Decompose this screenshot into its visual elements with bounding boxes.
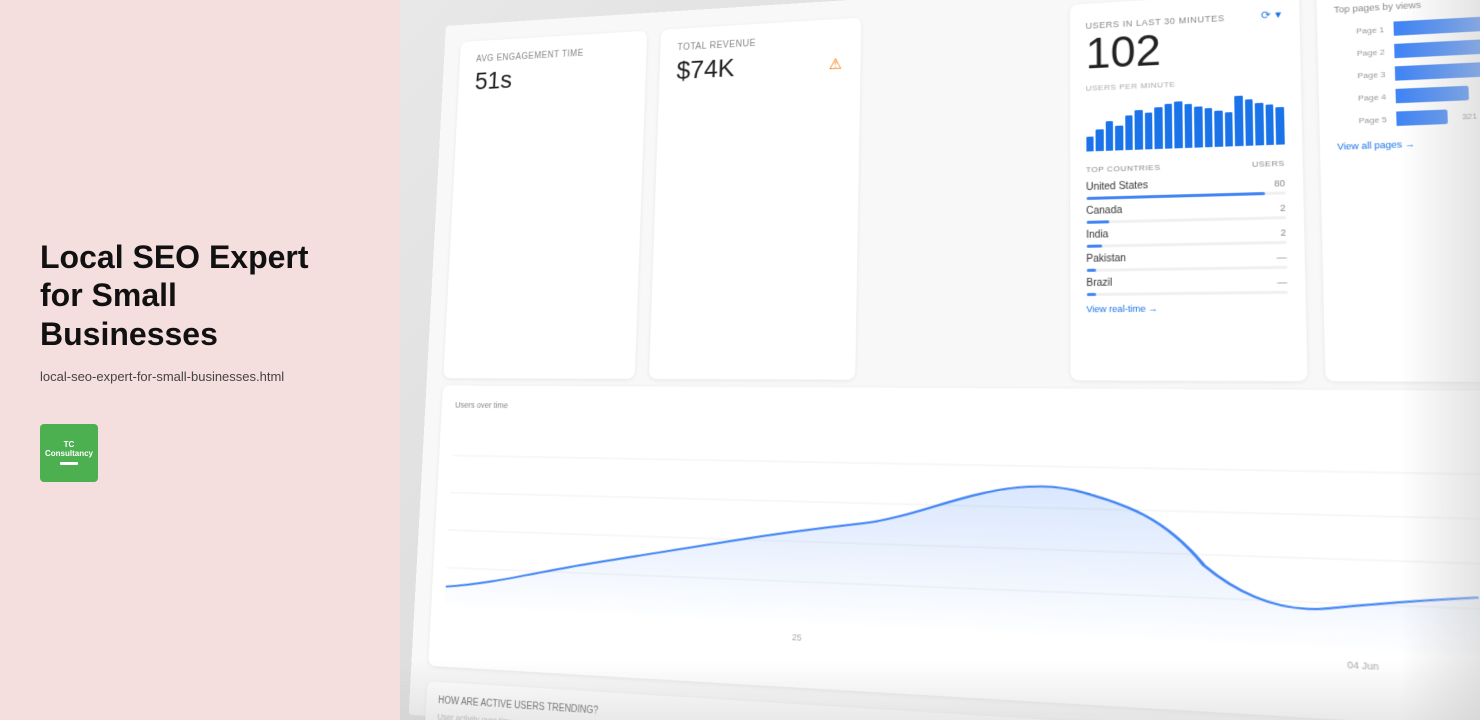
hbar-label-1: Page 2	[1335, 47, 1385, 59]
bar-19	[1265, 104, 1274, 145]
revenue-card: Total revenue $74K ⚠	[648, 18, 861, 380]
bar-12	[1194, 106, 1202, 147]
hbar-row: Page 5 321	[1336, 105, 1480, 128]
revenue-value: $74K	[676, 47, 842, 85]
hbar-row: Page 1 1,234	[1334, 13, 1480, 39]
users-col-label: USERS	[1252, 159, 1285, 169]
country-bar-fill-4	[1086, 293, 1096, 296]
left-panel: Local SEO Expert for Small Businesses lo…	[0, 0, 400, 720]
hbar-fill-3	[1395, 86, 1469, 104]
hbar-row: Page 2 987	[1335, 36, 1480, 61]
bar-20	[1275, 106, 1284, 144]
country-bar-fill-1	[1086, 220, 1109, 224]
realtime-sub: USERS PER MINUTE	[1086, 75, 1283, 93]
bar-7	[1144, 112, 1152, 149]
engagement-card: Avg engagement time 51s	[443, 31, 647, 379]
logo-text: TC Consultancy	[40, 441, 98, 459]
hbar-fill-1	[1394, 38, 1480, 58]
page-title: Local SEO Expert for Small Businesses	[40, 238, 360, 353]
hbar-fill-4	[1396, 109, 1449, 126]
bar-8	[1154, 107, 1162, 149]
hbar-label-0: Page 1	[1334, 25, 1384, 37]
hbar-fill-0	[1393, 15, 1480, 35]
line-chart-card: Users over time	[428, 385, 1480, 720]
page-url: local-seo-expert-for-small-businesses.ht…	[40, 369, 360, 384]
country-users-2: 2	[1280, 227, 1286, 237]
hbar-rows: Page 1 1,234 Page 2 987 Page 3 756 Page …	[1334, 13, 1480, 128]
bar-5	[1125, 115, 1133, 150]
country-name-1: Canada	[1086, 205, 1122, 217]
bar-4	[1115, 126, 1123, 151]
logo: TC Consultancy	[40, 424, 98, 482]
bar-11	[1184, 104, 1192, 148]
x-label-jun: 04 Jun	[1347, 659, 1379, 672]
analytics-panel: Avg engagement time 51s Total revenue $7…	[400, 0, 1480, 720]
bar-18	[1255, 102, 1264, 145]
country-row: Canada 2	[1086, 201, 1286, 224]
x-label-25: 25	[792, 632, 802, 643]
bar-13	[1204, 108, 1213, 147]
dashboard-top-row: Avg engagement time 51s Total revenue $7…	[443, 0, 1480, 382]
logo-icon	[60, 462, 78, 465]
top-countries-header: TOP COUNTRIES USERS	[1086, 159, 1285, 175]
bar-15	[1224, 112, 1233, 146]
country-name-3: Pakistan	[1086, 253, 1126, 265]
hbar-title: Top pages by views	[1334, 0, 1480, 15]
hbar-label-3: Page 4	[1336, 92, 1386, 103]
realtime-count: 102	[1086, 23, 1283, 77]
country-row: Pakistan —	[1086, 250, 1287, 272]
analytics-wrapper: Avg engagement time 51s Total revenue $7…	[409, 0, 1480, 720]
hbar-row: Page 4 543	[1336, 82, 1480, 105]
hbar-card: Top pages by views Page 1 1,234 Page 2 9…	[1316, 0, 1480, 382]
hbar-fill-2	[1394, 61, 1480, 80]
bar-3	[1105, 121, 1113, 151]
country-users-1: 2	[1280, 203, 1286, 213]
top-countries-label: TOP COUNTRIES	[1086, 163, 1161, 174]
country-name-0: United States	[1086, 180, 1148, 193]
country-bar-bg-4	[1086, 291, 1287, 296]
country-bar-fill-3	[1086, 269, 1096, 272]
hbar-label-2: Page 3	[1335, 69, 1385, 80]
country-users-0: 80	[1274, 178, 1285, 189]
bar-10	[1174, 101, 1182, 149]
bar-17	[1244, 99, 1253, 146]
country-bar-fill-2	[1086, 245, 1102, 248]
engagement-value: 51s	[474, 59, 628, 95]
dashboard-mid-row: Users over time	[428, 385, 1480, 720]
realtime-card: USERS IN LAST 30 MINUTES ⟳ ▾ 102 USERS P…	[1069, 0, 1307, 381]
hbar-label-4: Page 5	[1336, 114, 1387, 125]
countries-list: United States 80 Canada 2 India 2	[1086, 176, 1287, 296]
line-chart-area: 5K 4K 3K 2K 1K 0 25 04 Jun	[444, 419, 1480, 682]
mini-bar-chart	[1086, 94, 1284, 152]
view-all-link[interactable]: View all pages →	[1337, 139, 1415, 152]
refresh-btn[interactable]: ⟳ ▾	[1261, 8, 1282, 22]
bar-9	[1164, 104, 1172, 149]
hbar-row: Page 3 756	[1335, 59, 1480, 83]
analytics-bg: Avg engagement time 51s Total revenue $7…	[409, 0, 1480, 720]
bar-2	[1096, 129, 1104, 151]
hbar-value-4: 321	[1462, 111, 1478, 121]
country-row: Brazil —	[1086, 275, 1287, 296]
bar-16	[1234, 96, 1243, 147]
warning-icon: ⚠	[828, 55, 842, 74]
bar-14	[1214, 111, 1223, 147]
chart-label: Users over time	[455, 400, 1480, 420]
country-users-3: —	[1277, 252, 1287, 263]
bar-6	[1135, 110, 1143, 150]
country-row: United States 80	[1086, 176, 1285, 200]
country-name-2: India	[1086, 229, 1108, 240]
country-bar-bg-3	[1086, 266, 1287, 272]
country-row: India 2	[1086, 225, 1286, 247]
view-realtime-link[interactable]: View real-time →	[1086, 302, 1287, 314]
bar-1	[1086, 137, 1094, 152]
country-users-4: —	[1277, 277, 1287, 288]
country-name-4: Brazil	[1086, 278, 1112, 289]
